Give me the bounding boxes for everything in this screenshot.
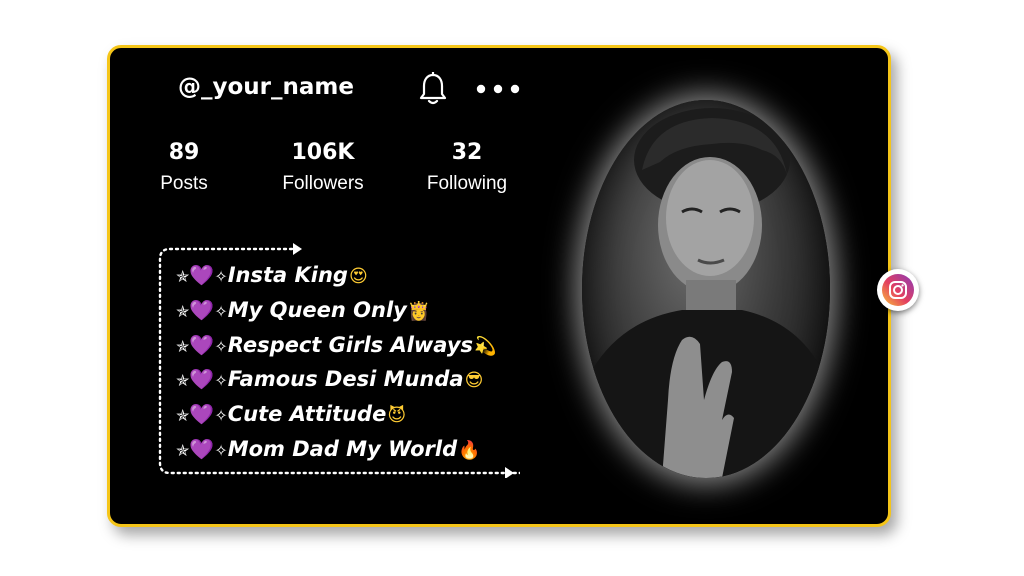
posts-count: 89 [168, 140, 200, 165]
princess-emoji-icon: 👸 [407, 300, 431, 322]
bio-line: ✯💜✧Cute Attitude😈 [176, 397, 496, 432]
stat-followers[interactable]: 106K Followers [263, 140, 383, 195]
bio-line: ✯💜✧Mom Dad My World🔥 [176, 432, 496, 467]
purple-heart-icon: 💜 [189, 263, 215, 287]
bio-line: ✯💜✧Insta King😍 [176, 258, 496, 293]
person-silhouette [582, 108, 830, 478]
star-icon: ✯ [176, 267, 190, 286]
username[interactable]: @_your_name [178, 74, 354, 100]
purple-heart-icon: 💜 [189, 297, 215, 322]
star-icon: ✯ [176, 406, 190, 426]
star-icon: ✯ [176, 336, 190, 356]
following-label: Following [426, 173, 508, 194]
profile-photo[interactable] [582, 100, 830, 478]
bio-text: Mom Dad My World [227, 436, 458, 461]
bio-line: ✯💜✧Famous Desi Munda😎 [176, 362, 496, 397]
bio-text: Insta King [227, 263, 348, 287]
sparkle-icon: ✧ [214, 440, 228, 460]
following-count: 32 [451, 140, 483, 165]
bio-text: Respect Girls Always [227, 332, 474, 357]
more-dots-icon[interactable] [476, 84, 520, 94]
followers-label: Followers [282, 173, 364, 194]
bio-text: Cute Attitude [227, 402, 387, 427]
posts-label: Posts [160, 173, 208, 194]
instagram-badge[interactable] [877, 269, 919, 311]
bio-text: Famous Desi Munda [227, 367, 464, 392]
stat-posts[interactable]: 89 Posts [124, 140, 244, 195]
purple-heart-icon: 💜 [189, 436, 215, 461]
stat-following[interactable]: 32 Following [407, 140, 527, 195]
dizzy-emoji-icon: 💫 [474, 335, 497, 357]
purple-heart-icon: 💜 [189, 367, 215, 392]
followers-count: 106K [291, 140, 355, 165]
star-icon: ✯ [176, 440, 190, 460]
purple-heart-icon: 💜 [189, 402, 215, 427]
star-icon: ✯ [176, 301, 190, 321]
fire-emoji-icon: 🔥 [458, 439, 481, 461]
bio-text: My Queen Only [227, 297, 407, 322]
sparkle-icon: ✧ [214, 301, 228, 321]
bell-icon[interactable] [418, 72, 448, 106]
sparkle-icon: ✧ [214, 336, 228, 356]
purple-heart-icon: 💜 [189, 332, 215, 357]
bio-line: ✯💜✧Respect Girls Always💫 [176, 328, 496, 363]
bio-line: ✯💜✧My Queen Only👸 [176, 293, 496, 328]
heart-eyes-emoji-icon: 😍 [348, 266, 368, 287]
instagram-icon [882, 274, 914, 306]
sparkle-icon: ✧ [214, 371, 228, 391]
profile-card: @_your_name 89 Posts 106K Followers 32 F… [107, 45, 919, 527]
devil-emoji-icon: 😈 [387, 405, 407, 427]
sunglasses-emoji-icon: 😎 [464, 370, 484, 392]
bio-list: ✯💜✧Insta King😍 ✯💜✧My Queen Only👸 ✯💜✧Resp… [176, 258, 496, 467]
sparkle-icon: ✧ [214, 406, 228, 426]
sparkle-icon: ✧ [214, 267, 228, 286]
star-icon: ✯ [176, 371, 190, 391]
